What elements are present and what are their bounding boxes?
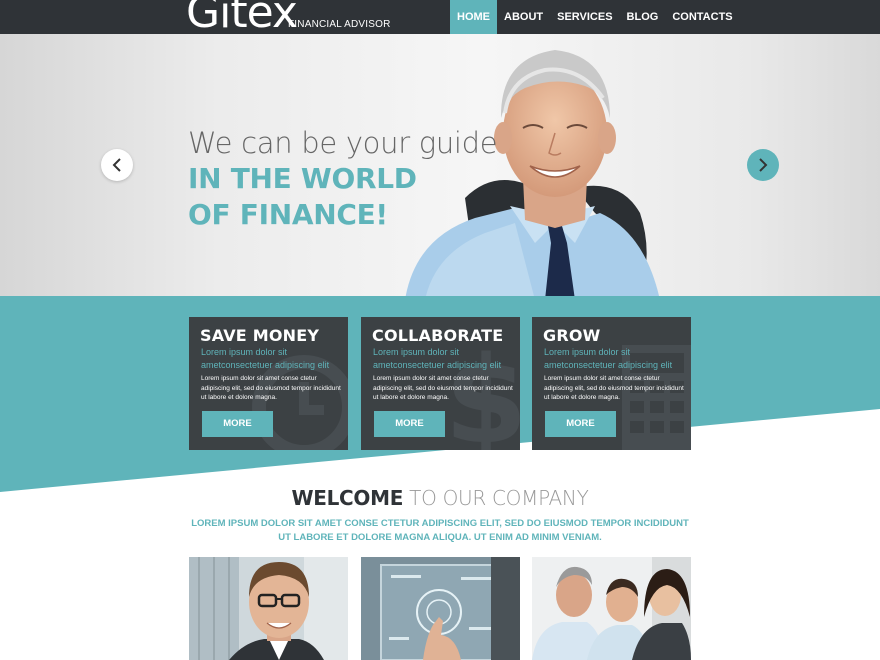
feature-card-grow: GROW Lorem ipsum dolor sit ametconsectet… [532, 317, 691, 450]
card-title: COLLABORATE [372, 326, 504, 345]
thumbnail-touchscreen-hand[interactable] [361, 557, 520, 660]
nav-blog[interactable]: BLOG [620, 0, 666, 34]
hero-businessman-image [405, 50, 659, 296]
more-button[interactable]: MORE [545, 411, 616, 437]
chevron-left-icon [112, 158, 121, 172]
nav-home[interactable]: HOME [450, 0, 497, 34]
card-text: Lorem ipsum dolor sit amet conse ctetur … [373, 375, 513, 402]
thumbnail-business-team[interactable] [532, 557, 691, 660]
logo[interactable]: Gitex [186, 0, 298, 38]
nav-services[interactable]: SERVICES [550, 0, 619, 34]
nav-contacts[interactable]: CONTACTS [665, 0, 739, 34]
site-header: Gitex FINANCIAL ADVISOR HOME ABOUT SERVI… [0, 0, 880, 38]
card-title: SAVE MONEY [200, 326, 320, 345]
card-subtitle: Lorem ipsum dolor sit ametconsectetuer a… [201, 347, 330, 370]
welcome-subtitle: LOREM IPSUM DOLOR SIT AMET CONSE CTETUR … [191, 518, 689, 543]
feature-card-save-money: SAVE MONEY Lorem ipsum dolor sit ametcon… [189, 317, 348, 450]
card-title: GROW [543, 326, 601, 345]
main-nav: HOME ABOUT SERVICES BLOG CONTACTS [450, 0, 740, 34]
card-text: Lorem ipsum dolor sit amet conse ctetur … [201, 375, 341, 402]
slider-prev-button[interactable] [101, 149, 133, 181]
thumbnail-businessman-glasses[interactable] [189, 557, 348, 660]
chevron-right-icon [759, 158, 768, 172]
hero-slider: We can be your guide IN THE WORLD OF FIN… [0, 34, 880, 296]
hero-headline-light: We can be your guide [188, 126, 498, 160]
welcome-heading-bold: WELCOME [291, 486, 404, 510]
card-subtitle: Lorem ipsum dolor sit ametconsectetuer a… [373, 347, 502, 370]
more-button[interactable]: MORE [374, 411, 445, 437]
card-subtitle: Lorem ipsum dolor sit ametconsectetuer a… [544, 347, 673, 370]
card-text: Lorem ipsum dolor sit amet conse ctetur … [544, 375, 684, 402]
welcome-heading-light: TO OUR COMPANY [403, 486, 589, 510]
slider-next-button[interactable] [747, 149, 779, 181]
welcome-heading: WELCOME TO OUR COMPANY [0, 486, 880, 510]
hero-headline-bold-2: OF FINANCE! [188, 198, 388, 231]
more-button[interactable]: MORE [202, 411, 273, 437]
logo-tagline: FINANCIAL ADVISOR [288, 19, 391, 30]
hero-headline-bold-1: IN THE WORLD [188, 162, 417, 195]
feature-card-collaborate: $ COLLABORATE Lorem ipsum dolor sit amet… [361, 317, 520, 450]
nav-about[interactable]: ABOUT [497, 0, 550, 34]
